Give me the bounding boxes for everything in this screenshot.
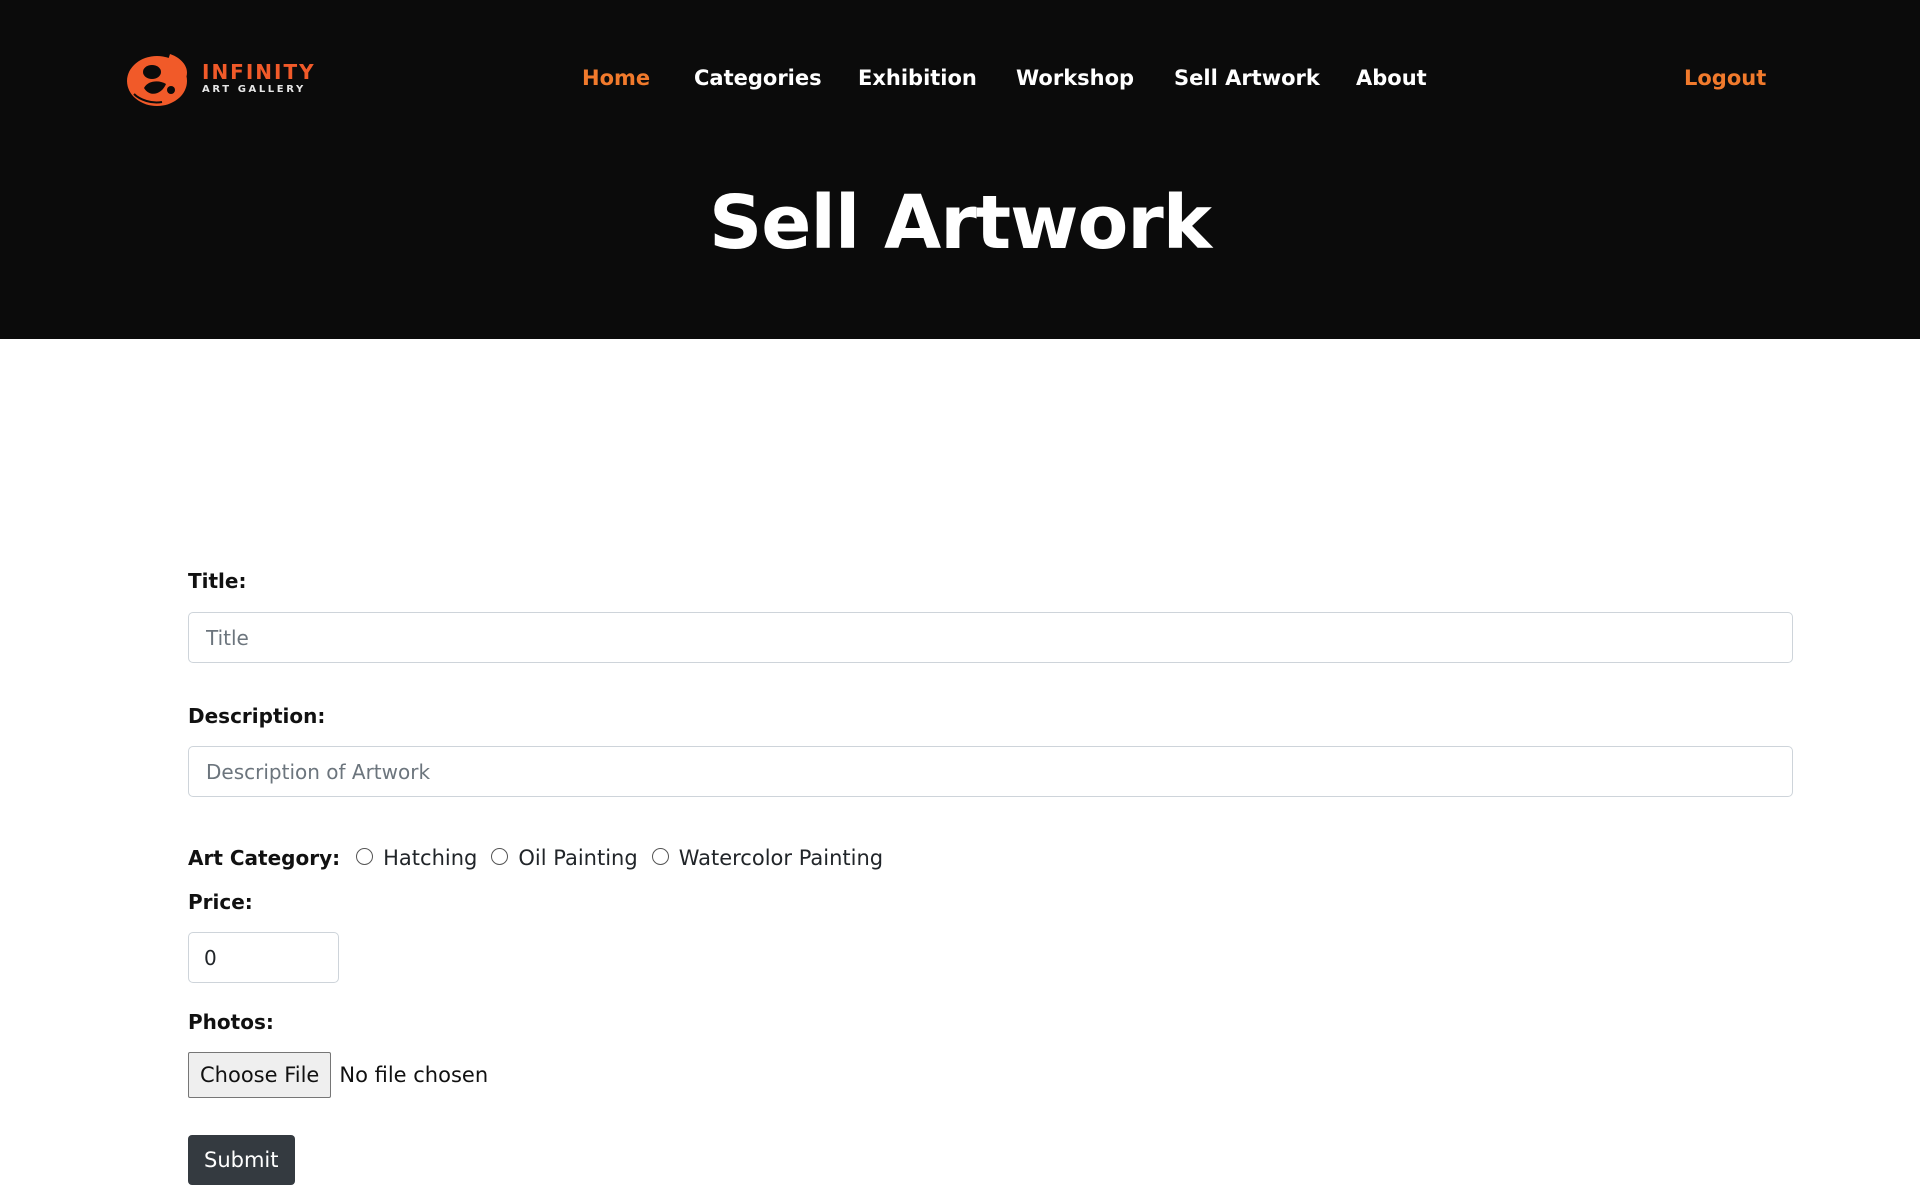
nav-item-sell-artwork[interactable]: Sell Artwork <box>1174 60 1320 96</box>
nav-item-home[interactable]: Home <box>582 60 650 96</box>
submit-button[interactable]: Submit <box>188 1135 295 1185</box>
logout-link[interactable]: Logout <box>1684 60 1766 96</box>
price-label: Price: <box>188 890 253 914</box>
page-title: Sell Artwork <box>708 180 1212 266</box>
radio-button[interactable] <box>491 848 509 865</box>
nav-item-about[interactable]: About <box>1356 60 1427 96</box>
nav-item-workshop[interactable]: Workshop <box>1016 60 1134 96</box>
file-status-text: No file chosen <box>339 1063 489 1087</box>
category-option-watercolor-painting[interactable]: Watercolor Painting <box>651 846 884 870</box>
nav-item-exhibition[interactable]: Exhibition <box>858 60 977 96</box>
title-label: Title: <box>188 569 247 593</box>
category-option-label: Hatching <box>383 846 478 870</box>
category-option-oil-painting[interactable]: Oil Painting <box>491 846 638 870</box>
description-input[interactable] <box>188 746 1793 797</box>
category-option-label: Watercolor Painting <box>678 846 884 870</box>
photos-label: Photos: <box>188 1010 274 1034</box>
description-label: Description: <box>188 704 326 728</box>
art-category-group: Art Category: Hatching Oil Painting Wate… <box>188 842 897 874</box>
nav-item-categories[interactable]: Categories <box>694 60 822 96</box>
page-header: INFINITY ART GALLERY Home Categories Exh… <box>0 0 1920 339</box>
category-option-label: Oil Painting <box>518 846 638 870</box>
category-option-hatching[interactable]: Hatching <box>356 846 477 870</box>
art-category-label: Art Category: <box>188 846 341 870</box>
photo-file-picker: Choose File No file chosen <box>188 1052 488 1098</box>
choose-file-button[interactable]: Choose File <box>188 1052 332 1098</box>
title-input[interactable] <box>188 612 1793 663</box>
radio-button[interactable] <box>356 848 374 865</box>
main-navigation: Home Categories Exhibition Workshop Sell… <box>0 60 1920 96</box>
radio-button[interactable] <box>651 848 669 865</box>
price-input[interactable] <box>188 932 339 983</box>
